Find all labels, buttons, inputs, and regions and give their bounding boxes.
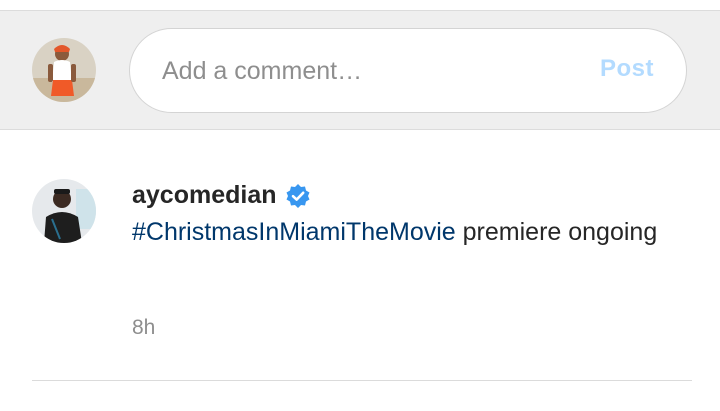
- author-avatar-icon[interactable]: [32, 179, 96, 243]
- top-spacer: [0, 0, 720, 10]
- post-caption: aycomedian #ChristmasInMiamiTheMovie pre…: [0, 150, 720, 380]
- comment-input[interactable]: [162, 53, 562, 89]
- hashtag-link[interactable]: #ChristmasInMiamiTheMovie: [132, 218, 456, 246]
- caption-text: #ChristmasInMiamiTheMovie premiere ongoi…: [132, 214, 692, 251]
- timestamp: 8h: [132, 316, 156, 339]
- caption-body: premiere ongoing: [455, 218, 658, 246]
- username[interactable]: aycomedian: [132, 181, 277, 210]
- divider: [32, 380, 692, 381]
- comment-composer: Post: [0, 10, 720, 130]
- comment-input-container[interactable]: Post: [129, 28, 687, 113]
- user-avatar-icon[interactable]: [32, 38, 96, 102]
- post-button[interactable]: Post: [600, 55, 654, 83]
- verified-badge-icon: [285, 183, 311, 209]
- username-row: aycomedian: [132, 181, 311, 210]
